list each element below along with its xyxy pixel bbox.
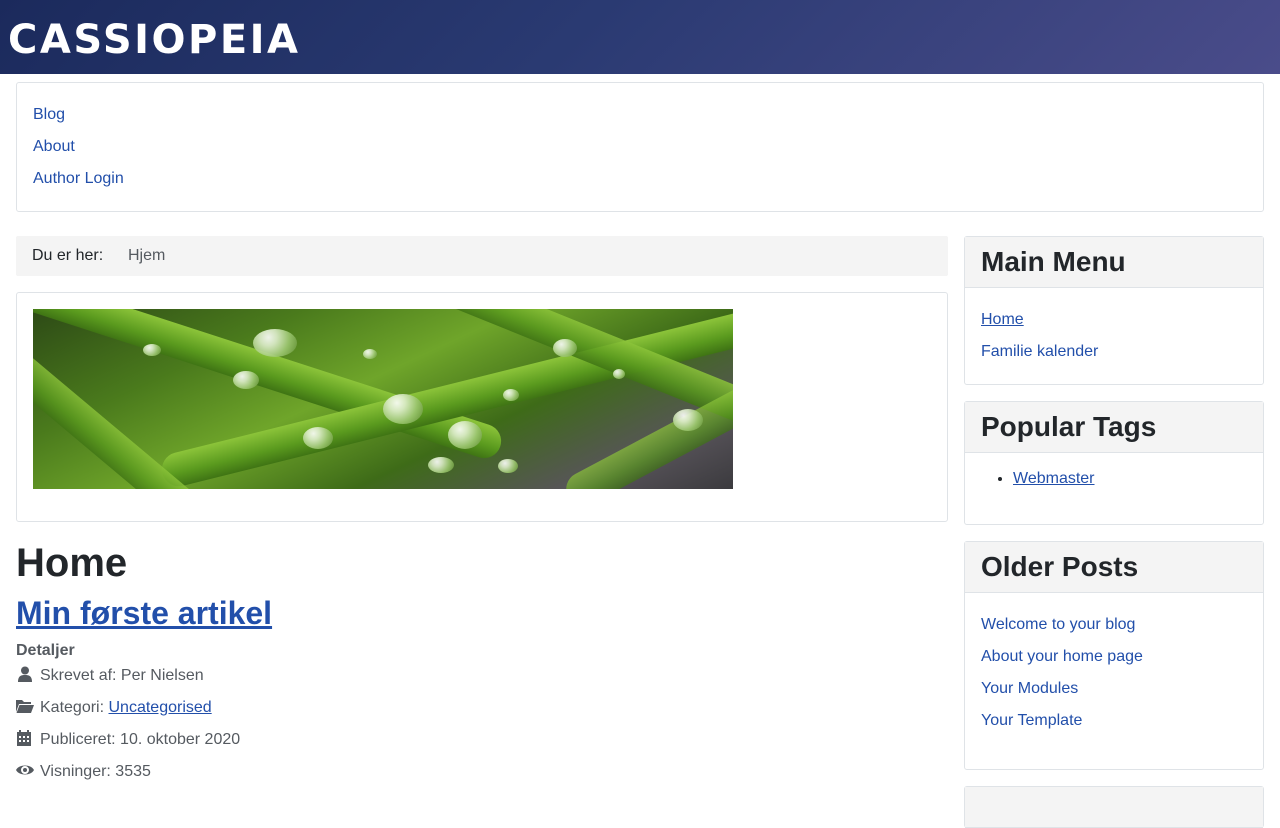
eye-icon <box>16 765 34 775</box>
nav-item-author-login[interactable]: Author Login <box>33 170 124 187</box>
grass-waterdrops-image <box>33 309 733 489</box>
article-author: Skrevet af: Per Nielsen <box>16 666 204 686</box>
older-posts-module: Older Posts Welcome to your blog About y… <box>964 541 1264 770</box>
article-title-link[interactable]: Min første artikel <box>16 595 272 631</box>
page-title: Home <box>16 541 128 585</box>
folder-open-icon <box>16 700 34 713</box>
main-menu-module: Main Menu Home Familie kalender <box>964 236 1264 385</box>
top-navigation: Blog About Author Login <box>16 82 1264 212</box>
site-logo[interactable]: CASSIOPEIA <box>8 15 301 65</box>
menu-item-familie-kalender[interactable]: Familie kalender <box>981 343 1098 360</box>
article-views: Visninger: 3535 <box>16 762 151 782</box>
article-title: Min første artikel <box>16 594 272 632</box>
featured-image-card <box>16 292 948 522</box>
author-text: Skrevet af: Per Nielsen <box>40 667 204 684</box>
article-category: Kategori: Uncategorised <box>16 698 212 718</box>
menu-item-home[interactable]: Home <box>981 311 1024 328</box>
post-link-your-template[interactable]: Your Template <box>981 712 1082 729</box>
older-posts-title: Older Posts <box>965 542 1263 593</box>
post-link-about-home[interactable]: About your home page <box>981 648 1143 665</box>
article-published: Publiceret: 10. oktober 2020 <box>16 730 240 750</box>
main-menu-title: Main Menu <box>965 237 1263 288</box>
calendar-icon <box>17 730 31 746</box>
breadcrumb: Du er her: Hjem <box>16 236 948 276</box>
popular-tags-title: Popular Tags <box>965 402 1263 453</box>
tag-list-item: Webmaster <box>1013 470 1095 488</box>
popular-tags-module: Popular Tags Webmaster <box>964 401 1264 525</box>
published-text: Publiceret: 10. oktober 2020 <box>40 731 241 748</box>
post-link-welcome[interactable]: Welcome to your blog <box>981 616 1135 633</box>
nav-item-blog[interactable]: Blog <box>33 106 65 123</box>
nav-item-about[interactable]: About <box>33 138 75 155</box>
post-link-your-modules[interactable]: Your Modules <box>981 680 1078 697</box>
next-module-partial <box>964 786 1264 828</box>
breadcrumb-current: Hjem <box>128 247 166 264</box>
breadcrumb-label: Du er her: <box>32 247 104 264</box>
user-icon <box>18 666 32 682</box>
next-module-header <box>965 787 1263 828</box>
category-label: Kategori: <box>40 699 105 716</box>
category-link[interactable]: Uncategorised <box>109 699 212 716</box>
details-heading: Detaljer <box>16 642 75 659</box>
tag-webmaster[interactable]: Webmaster <box>1013 470 1095 487</box>
views-text: Visninger: 3535 <box>40 763 151 780</box>
site-header: CASSIOPEIA <box>0 0 1280 74</box>
